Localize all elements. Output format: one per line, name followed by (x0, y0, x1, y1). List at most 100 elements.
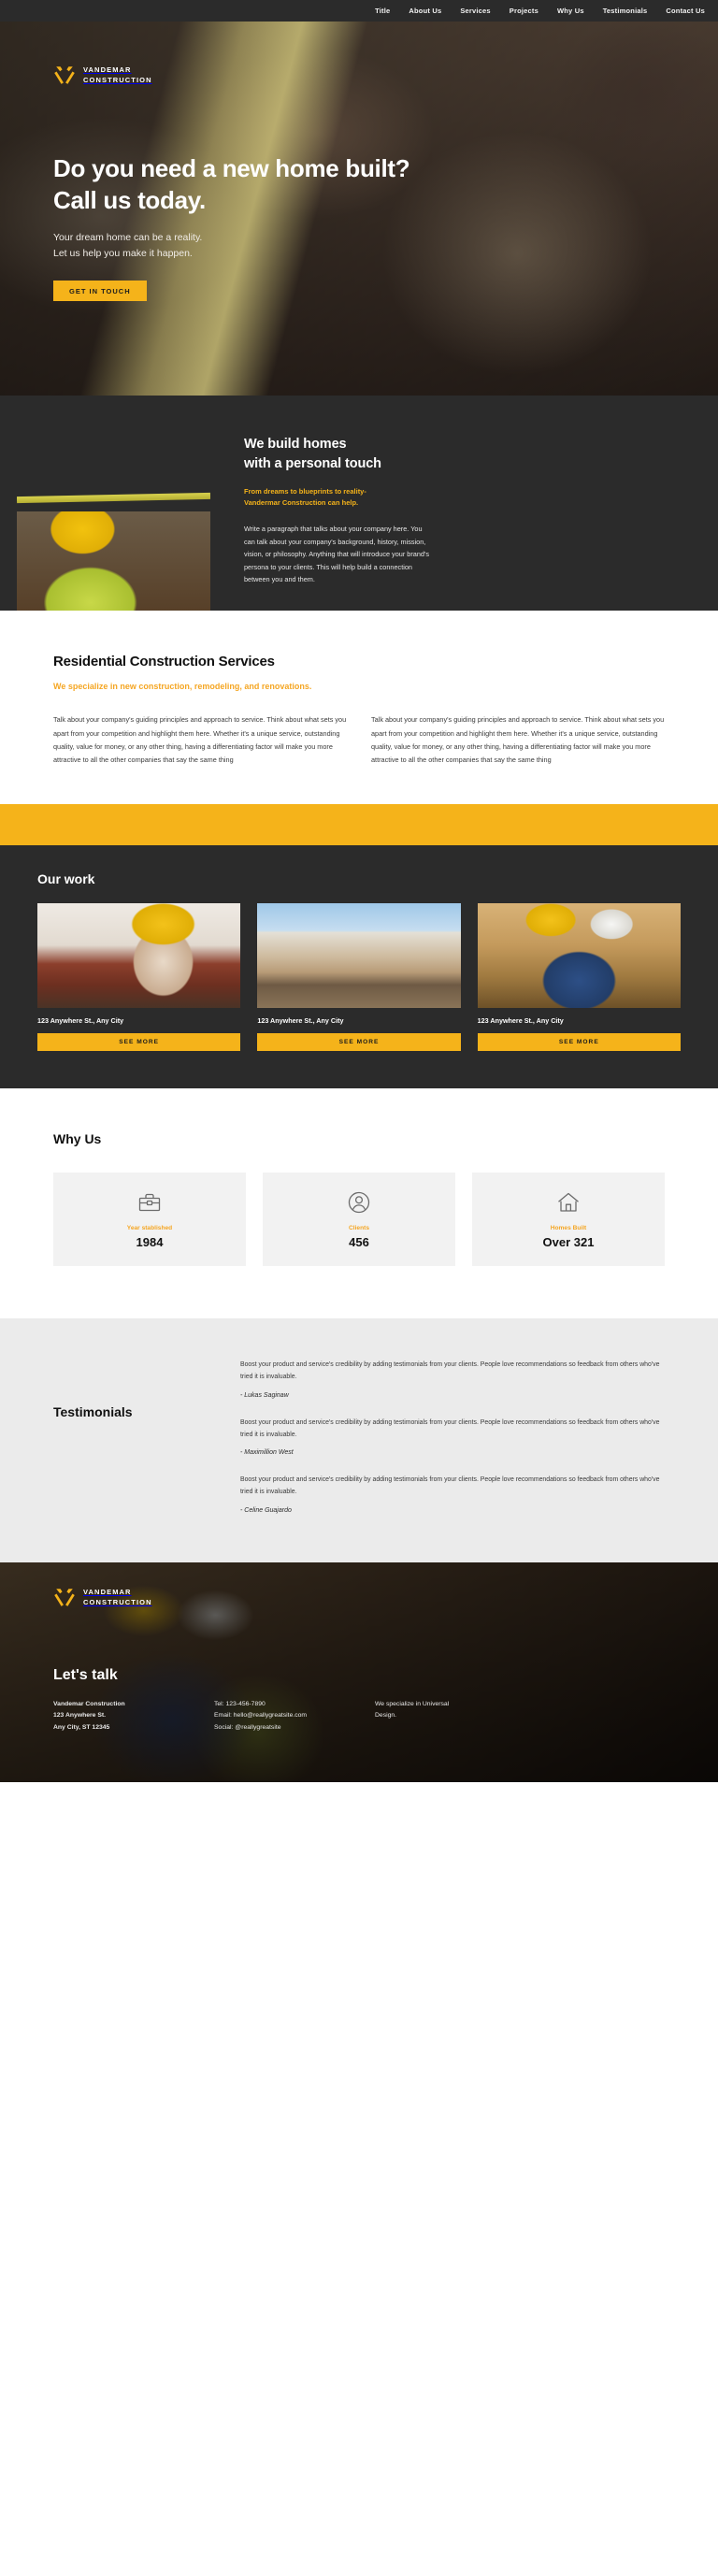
nav-item-testimonials[interactable]: Testimonials (603, 7, 648, 15)
see-more-button[interactable]: SEE MORE (257, 1033, 461, 1052)
testimonial-quote: Boost your product and service's credibi… (240, 1418, 660, 1438)
testimonials-section: Testimonials Boost your product and serv… (0, 1318, 718, 1562)
work-card-photo (37, 903, 241, 1009)
hero-subtitle-line-1: Your dream home can be a reality. (53, 231, 203, 243)
yellow-divider-bar (0, 804, 718, 846)
footer-note-line-1: We specialize in Universal (375, 1700, 450, 1707)
footer-email[interactable]: Email: hello@reallygreatsite.com (214, 1710, 354, 1722)
footer-section: VANDEMAR CONSTRUCTION Let's talk Vandema… (0, 1561, 718, 1782)
about-photo (17, 396, 210, 611)
why-us-title: Why Us (53, 1131, 102, 1147)
services-columns: Talk about your company's guiding princi… (53, 713, 665, 767)
about-heading-line-1: We build homes (244, 437, 347, 452)
user-circle-icon (347, 1190, 371, 1215)
about-kicker: From dreams to blueprints to reality- Va… (244, 486, 681, 508)
our-work-grid: 123 Anywhere St., Any City SEE MORE 123 … (37, 903, 681, 1052)
footer-logo-line-2: CONSTRUCTION (83, 1597, 152, 1606)
logo-text: VANDEMAR CONSTRUCTION (83, 65, 152, 86)
about-body-text: Write a paragraph that talks about your … (244, 525, 429, 584)
work-card-address: 123 Anywhere St., Any City (37, 1016, 124, 1026)
footer-logo-text: VANDEMAR CONSTRUCTION (83, 1588, 152, 1608)
toolbox-icon (137, 1190, 162, 1215)
about-heading: We build homes with a personal touch (244, 435, 681, 473)
footer-heading: Let's talk (53, 1666, 118, 1683)
stat-card-homes-built: Homes Built Over 321 (472, 1173, 665, 1267)
footer-note-line-2: Design. (375, 1712, 397, 1720)
hero-subtitle: Your dream home can be a reality. Let us… (53, 230, 665, 263)
footer-social[interactable]: Social: @reallygreatsite (214, 1722, 354, 1734)
services-section: Residential Construction Services We spe… (0, 611, 718, 805)
work-card-address: 123 Anywhere St., Any City (257, 1016, 344, 1026)
work-card[interactable]: 123 Anywhere St., Any City SEE MORE (477, 903, 681, 1052)
logo-line-1: VANDEMAR (83, 65, 132, 75)
landing-page: Title About Us Services Projects Why Us … (0, 0, 718, 1782)
footer-columns: Vandemar Construction 123 Anywhere St. A… (53, 1699, 665, 1734)
testimonial-item: Boost your product and service's credibi… (240, 1418, 665, 1457)
logo-line-2: CONSTRUCTION (83, 76, 152, 84)
work-card[interactable]: 123 Anywhere St., Any City SEE MORE (37, 903, 241, 1052)
crossed-hammers-icon (53, 1587, 76, 1609)
hero-section: VANDEMAR CONSTRUCTION Do you need a new … (0, 22, 718, 396)
nav-item-about-us[interactable]: About Us (409, 7, 441, 15)
nav-item-why-us[interactable]: Why Us (557, 7, 584, 15)
home-icon (556, 1190, 581, 1215)
footer-address-line-2: Any City, ST 12345 (53, 1723, 110, 1731)
footer-company-name: Vandemar Construction (53, 1700, 125, 1707)
footer-telephone[interactable]: Tel: 123-456-7890 (214, 1699, 354, 1711)
stat-value: 1984 (136, 1234, 164, 1249)
footer-logo-line-1: VANDEMAR (83, 1587, 132, 1596)
footer-address-line-1: 123 Anywhere St. (53, 1712, 107, 1720)
hero-title: Do you need a new home built? Call us to… (53, 152, 665, 217)
see-more-button[interactable]: SEE MORE (477, 1033, 681, 1052)
testimonial-author: - Lukas Saginaw (240, 1391, 289, 1399)
services-paragraph-1: Talk about your company's guiding princi… (53, 715, 347, 765)
services-paragraph-2: Talk about your company's guiding princi… (371, 715, 665, 765)
hero-title-line-1: Do you need a new home built? (53, 154, 410, 182)
testimonial-item: Boost your product and service's credibi… (240, 1475, 665, 1514)
testimonial-author: - Maximillion West (240, 1449, 294, 1457)
stat-value: Over 321 (542, 1234, 595, 1249)
nav-item-contact-us[interactable]: Contact Us (666, 7, 705, 15)
footer-logo[interactable]: VANDEMAR CONSTRUCTION (53, 1587, 665, 1609)
about-kicker-line-1: From dreams to blueprints to reality- (244, 487, 366, 496)
stat-label: Homes Built (550, 1224, 587, 1231)
testimonial-author: - Celine Guajardo (240, 1506, 292, 1514)
stat-label: Clients (349, 1224, 369, 1231)
testimonials-list: Boost your product and service's credibi… (240, 1360, 665, 1514)
about-kicker-line-2: Vandermar Construction can help. (244, 497, 359, 507)
main-nav: Title About Us Services Projects Why Us … (375, 7, 705, 15)
footer-note-column: We specialize in Universal Design. (375, 1699, 506, 1734)
stat-label: Year stablished (126, 1224, 173, 1231)
work-card-address: 123 Anywhere St., Any City (477, 1016, 564, 1026)
get-in-touch-button[interactable]: GET IN TOUCH (53, 281, 147, 302)
crossed-hammers-icon (53, 65, 76, 87)
work-card-photo (477, 903, 681, 1009)
testimonials-title: Testimonials (53, 1404, 133, 1420)
footer-address-column: Vandemar Construction 123 Anywhere St. A… (53, 1699, 194, 1734)
work-card-photo (257, 903, 461, 1009)
services-title: Residential Construction Services (53, 654, 275, 669)
site-logo[interactable]: VANDEMAR CONSTRUCTION (53, 22, 665, 87)
stat-value: 456 (349, 1234, 369, 1249)
stats-row: Year stablished 1984 Clients 456 Homes B… (53, 1173, 665, 1267)
why-us-section: Why Us Year stablished 1984 Clients 456 … (0, 1088, 718, 1319)
testimonial-quote: Boost your product and service's credibi… (240, 1476, 660, 1496)
top-navigation-bar: Title About Us Services Projects Why Us … (0, 0, 718, 22)
stat-card-year-established: Year stablished 1984 (53, 1173, 246, 1267)
about-heading-line-2: with a personal touch (244, 455, 381, 471)
hero-subtitle-line-2: Let us help you make it happen. (53, 247, 193, 259)
hero-title-line-2: Call us today. (53, 186, 206, 215)
nav-item-title[interactable]: Title (375, 7, 390, 15)
footer-contact-column: Tel: 123-456-7890 Email: hello@reallygre… (214, 1699, 354, 1734)
work-card[interactable]: 123 Anywhere St., Any City SEE MORE (257, 903, 461, 1052)
nav-item-projects[interactable]: Projects (510, 7, 538, 15)
stat-card-clients: Clients 456 (263, 1173, 455, 1267)
our-work-section: Our work 123 Anywhere St., Any City SEE … (0, 845, 718, 1089)
about-section: We build homes with a personal touch Fro… (0, 396, 718, 611)
services-kicker: We specialize in new construction, remod… (53, 682, 312, 691)
testimonial-quote: Boost your product and service's credibi… (240, 1361, 660, 1381)
see-more-button[interactable]: SEE MORE (37, 1033, 241, 1052)
testimonial-item: Boost your product and service's credibi… (240, 1360, 665, 1399)
nav-item-services[interactable]: Services (460, 7, 490, 15)
our-work-title: Our work (37, 871, 95, 887)
